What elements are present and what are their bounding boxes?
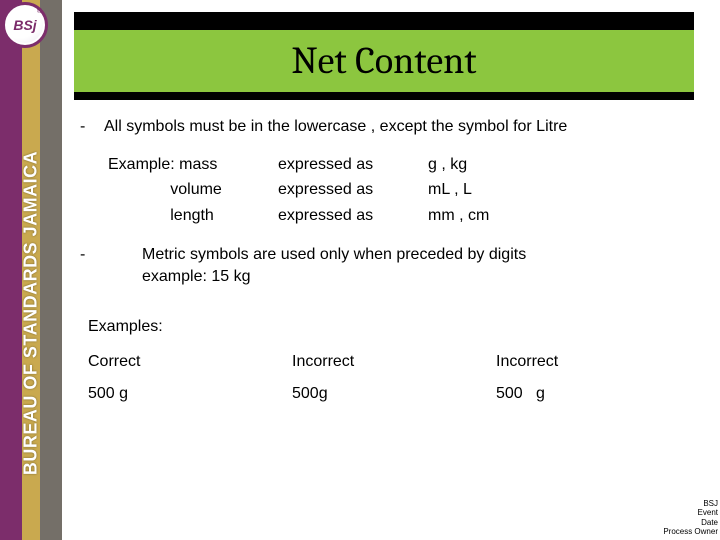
- example-r1-c2: expressed as: [278, 154, 428, 176]
- footer-l3: Date: [663, 518, 718, 527]
- bullet-1: - All symbols must be in the lowercase ,…: [80, 116, 700, 138]
- examples-table: Correct Incorrect Incorrect 500 g 500g 5…: [88, 351, 700, 404]
- example-r2-c1: volume: [108, 179, 278, 201]
- examples-header-2: Incorrect: [292, 351, 496, 373]
- footer-l1: BSJ: [663, 499, 718, 508]
- registered-mark-icon: ®: [37, 8, 42, 15]
- example-r2-c2: expressed as: [278, 179, 428, 201]
- bsj-badge-text: BSj: [13, 17, 36, 33]
- footer-l4: Process Owner: [663, 527, 718, 536]
- example-r1-c1: Example: mass: [108, 154, 278, 176]
- examples-header-3: Incorrect: [496, 351, 700, 373]
- example-grid: Example: mass expressed as g , kg volume…: [108, 154, 700, 227]
- examples-cell-3: 500 g: [496, 383, 700, 405]
- example-r3-c2: expressed as: [278, 205, 428, 227]
- footer-l2: Event: [663, 508, 718, 517]
- examples-header-1: Correct: [88, 351, 292, 373]
- body-content: - All symbols must be in the lowercase ,…: [80, 116, 700, 404]
- slide-root: BUREAU OF STANDARDS JAMAICA BSj ® Net Co…: [0, 0, 720, 540]
- bsj-badge: BSj ®: [2, 2, 48, 48]
- title-highlight: Net Content: [74, 30, 694, 92]
- bullet-1-text: All symbols must be in the lowercase , e…: [104, 116, 700, 138]
- left-brand-band: BUREAU OF STANDARDS JAMAICA: [0, 0, 62, 540]
- examples-cell-2: 500g: [292, 383, 496, 405]
- bullet-2-line2: example: 15 kg: [142, 266, 700, 288]
- brand-vertical-text: BUREAU OF STANDARDS JAMAICA: [21, 151, 42, 475]
- bullet-2: - Metric symbols are used only when prec…: [80, 244, 700, 287]
- bullet-2-dash: -: [80, 244, 142, 287]
- bullet-2-body: Metric symbols are used only when preced…: [142, 244, 700, 287]
- title-bar: Net Content: [74, 12, 694, 100]
- page-title: Net Content: [291, 39, 476, 83]
- example-r3-c3: mm , cm: [428, 205, 548, 227]
- example-r1-c3: g , kg: [428, 154, 548, 176]
- footer-meta: BSJ Event Date Process Owner: [663, 499, 718, 536]
- examples-cell-1: 500 g: [88, 383, 292, 405]
- bullet-2-line1: Metric symbols are used only when preced…: [142, 244, 700, 266]
- example-r3-c1: length: [108, 205, 278, 227]
- example-r2-c3: mL , L: [428, 179, 548, 201]
- examples-label: Examples:: [88, 316, 700, 338]
- bullet-1-dash: -: [80, 116, 102, 138]
